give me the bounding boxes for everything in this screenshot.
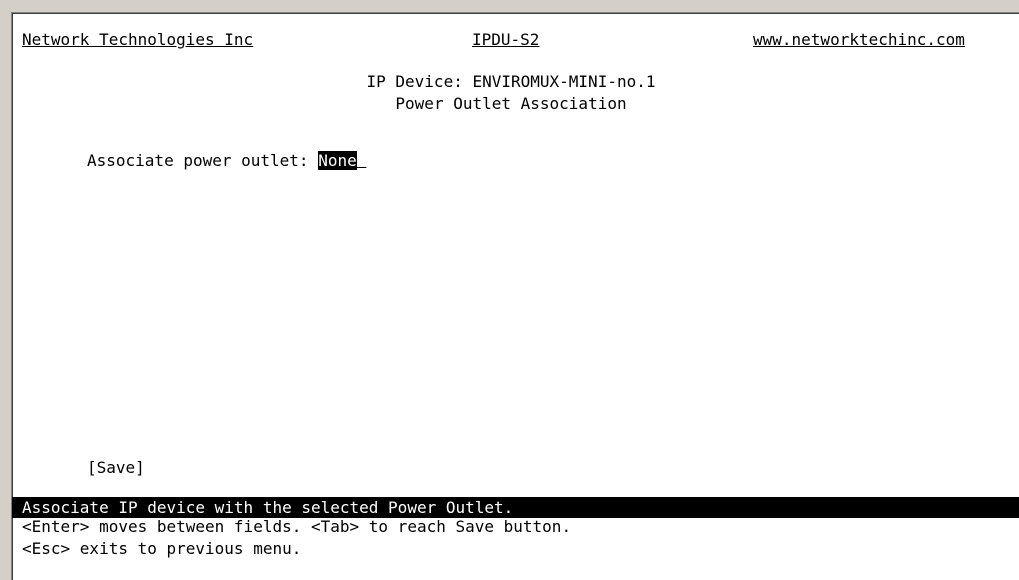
help-text-escape: <Esc> exits to previous menu.: [22, 539, 302, 558]
status-bar: Associate IP device with the selected Po…: [12, 497, 1019, 518]
help-text-navigation: <Enter> moves between fields. <Tab> to r…: [22, 517, 572, 536]
power-outlet-label: Associate power outlet:: [87, 151, 319, 170]
product-name: IPDU-S2: [472, 30, 540, 49]
page-title: Power Outlet Association: [395, 94, 627, 113]
power-outlet-input[interactable]: None: [318, 151, 357, 170]
website-link: www.networktechinc.com: [753, 30, 965, 49]
company-name: Network Technologies Inc: [22, 30, 254, 49]
text-cursor: [357, 151, 367, 170]
device-title: IP Device: ENVIROMUX-MINI-no.1: [366, 72, 656, 91]
power-outlet-field-row: Associate power outlet: None: [87, 150, 366, 172]
save-button[interactable]: [Save]: [87, 457, 145, 479]
terminal-screen: Network Technologies Inc IPDU-S2 www.net…: [11, 12, 1019, 580]
